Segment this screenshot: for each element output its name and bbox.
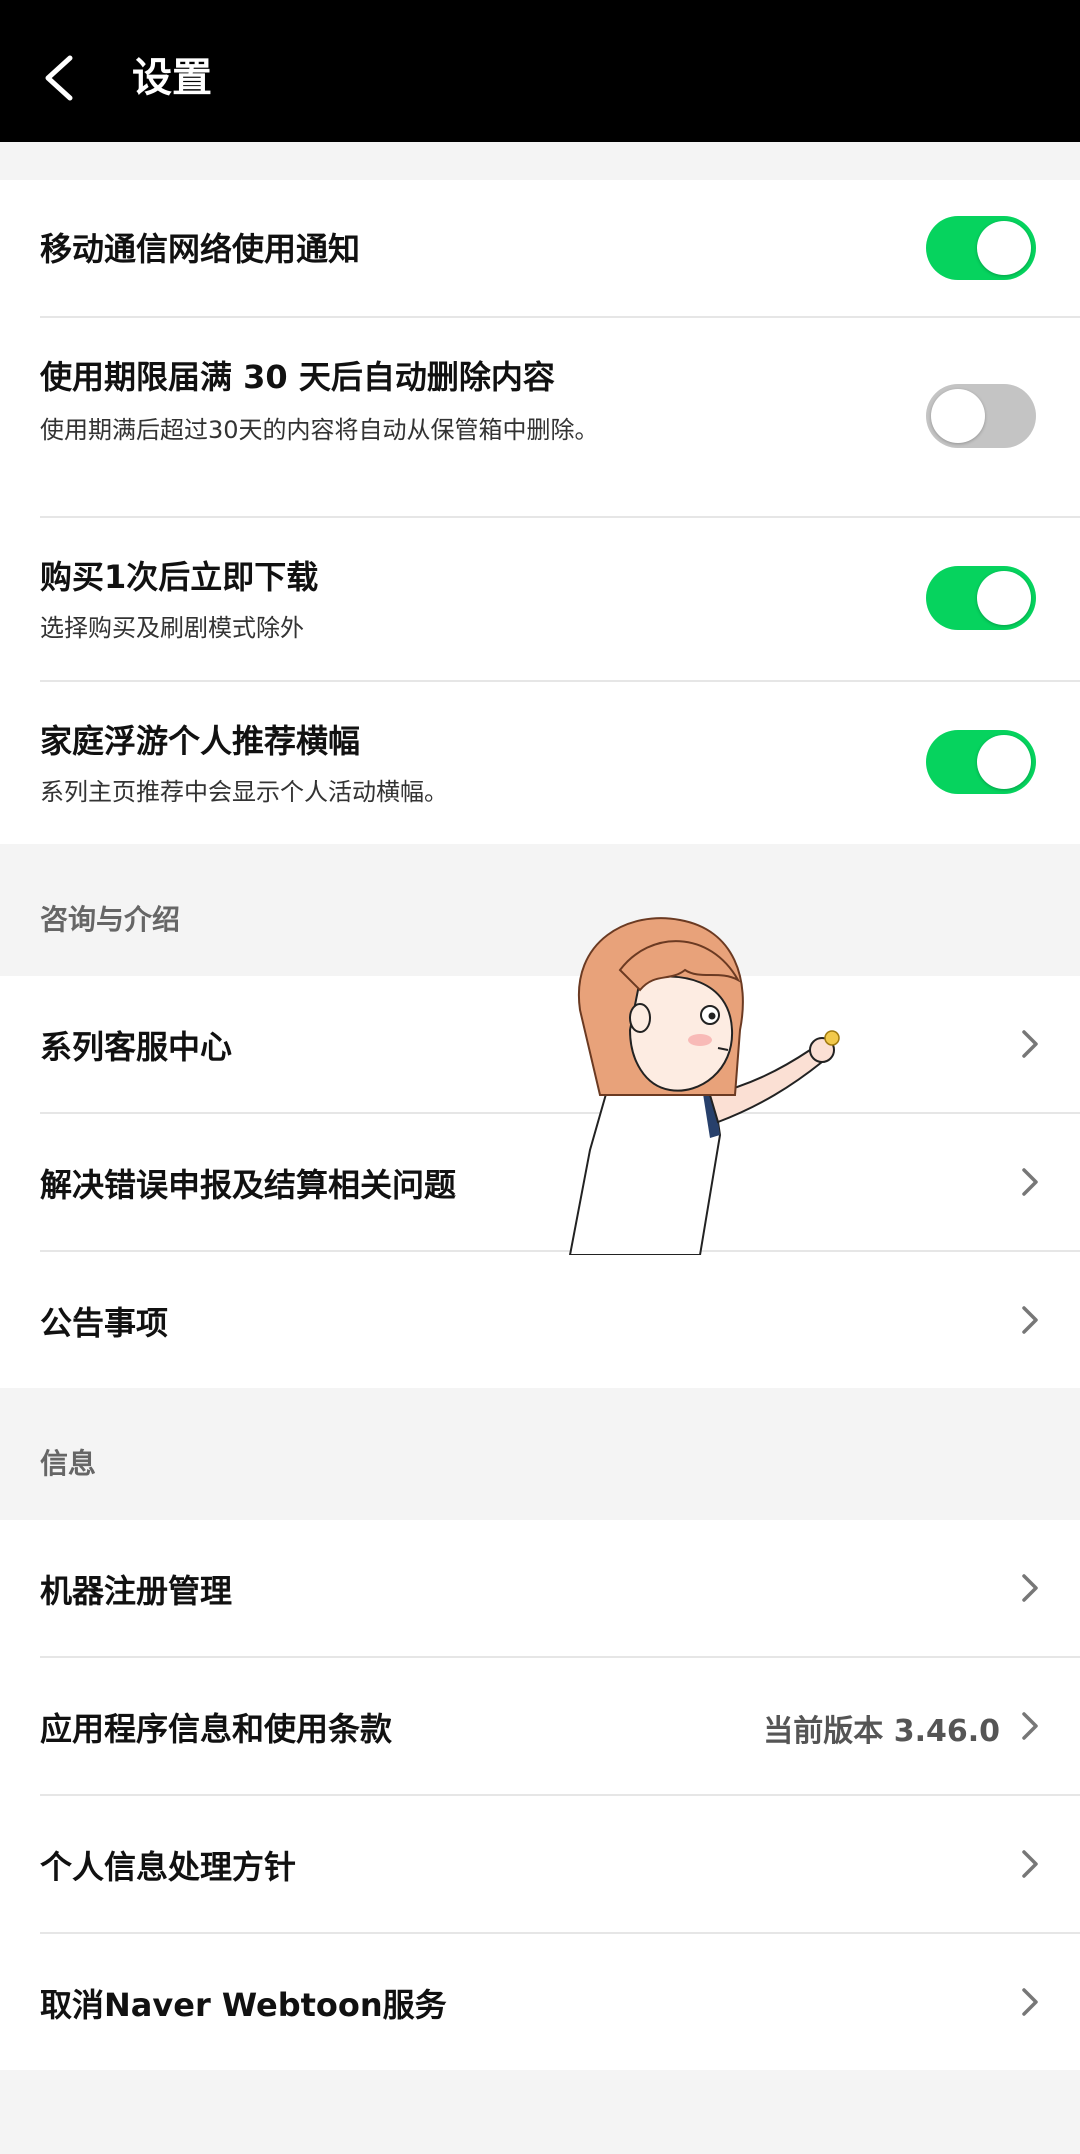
setting-description: 使用期满后超过30天的内容将自动从保管箱中删除。 (40, 416, 599, 444)
list-item-error-report[interactable]: 解决错误申报及结算相关问题 (0, 1114, 1080, 1250)
chevron-right-icon (1016, 1300, 1044, 1340)
list-item-label: 公告事项 (40, 1304, 169, 1342)
list-item-customer-service[interactable]: 系列客服中心 (0, 976, 1080, 1112)
setting-row-recommend-banner: 家庭浮游个人推荐横幅 系列主页推荐中会显示个人活动横幅。 (0, 682, 1080, 844)
list-item-label: 机器注册管理 (40, 1572, 233, 1610)
page-title: 设置 (132, 55, 212, 101)
chevron-right-icon (1016, 1024, 1044, 1064)
character-illustration (560, 910, 870, 1256)
list-item-label: 系列客服中心 (40, 1028, 233, 1066)
setting-description: 系列主页推荐中会显示个人活动横幅。 (40, 778, 448, 806)
chevron-right-icon (1016, 1982, 1044, 2022)
list-item-privacy-policy[interactable]: 个人信息处理方针 (0, 1796, 1080, 1932)
mobile-network-toggle[interactable] (926, 216, 1036, 280)
chevron-right-icon (1016, 1568, 1044, 1608)
instant-download-toggle[interactable] (926, 566, 1036, 630)
recommend-banner-toggle[interactable] (926, 730, 1036, 794)
list-item-notices[interactable]: 公告事项 (0, 1252, 1080, 1388)
setting-row-mobile-network: 移动通信网络使用通知 (0, 180, 1080, 316)
list-item-cancel-service[interactable]: 取消Naver Webtoon服务 (0, 1934, 1080, 2070)
chevron-right-icon (1016, 1706, 1044, 1746)
setting-description: 选择购买及刷剧模式除外 (40, 614, 304, 642)
chevron-right-icon (1016, 1162, 1044, 1202)
chevron-right-icon (1016, 1844, 1044, 1884)
list-item-label: 个人信息处理方针 (40, 1848, 297, 1886)
top-bar: 设置 (0, 0, 1080, 142)
section-header-inquiry: 咨询与介绍 (40, 903, 181, 936)
list-item-label: 应用程序信息和使用条款 (40, 1710, 393, 1748)
list-item-label: 解决错误申报及结算相关问题 (40, 1166, 457, 1204)
toggle-settings-panel: 移动通信网络使用通知 使用期限届满 30 天后自动删除内容 使用期满后超过30天… (0, 180, 1080, 844)
list-item-label: 取消Naver Webtoon服务 (40, 1986, 447, 2024)
setting-label: 家庭浮游个人推荐横幅 (40, 722, 361, 760)
setting-label: 购买1次后立即下载 (40, 558, 319, 596)
setting-label: 移动通信网络使用通知 (40, 230, 361, 268)
back-arrow-icon[interactable] (40, 50, 80, 106)
auto-delete-toggle[interactable] (926, 384, 1036, 448)
list-item-device-management[interactable]: 机器注册管理 (0, 1520, 1080, 1656)
inquiry-panel: 系列客服中心 解决错误申报及结算相关问题 公告事项 (0, 976, 1080, 1388)
setting-row-auto-delete: 使用期限届满 30 天后自动删除内容 使用期满后超过30天的内容将自动从保管箱中… (0, 318, 1080, 516)
list-item-app-info[interactable]: 应用程序信息和使用条款 当前版本 3.46.0 (0, 1658, 1080, 1794)
setting-row-instant-download: 购买1次后立即下载 选择购买及刷剧模式除外 (0, 518, 1080, 680)
toggle-knob (977, 221, 1031, 275)
app-version-text: 当前版本 3.46.0 (763, 1714, 1000, 1749)
setting-label: 使用期限届满 30 天后自动删除内容 (40, 358, 555, 396)
toggle-knob (931, 389, 985, 443)
toggle-knob (977, 735, 1031, 789)
toggle-knob (977, 571, 1031, 625)
section-header-info: 信息 (40, 1447, 97, 1480)
info-panel: 机器注册管理 应用程序信息和使用条款 当前版本 3.46.0 个人信息处理方针 … (0, 1520, 1080, 2070)
